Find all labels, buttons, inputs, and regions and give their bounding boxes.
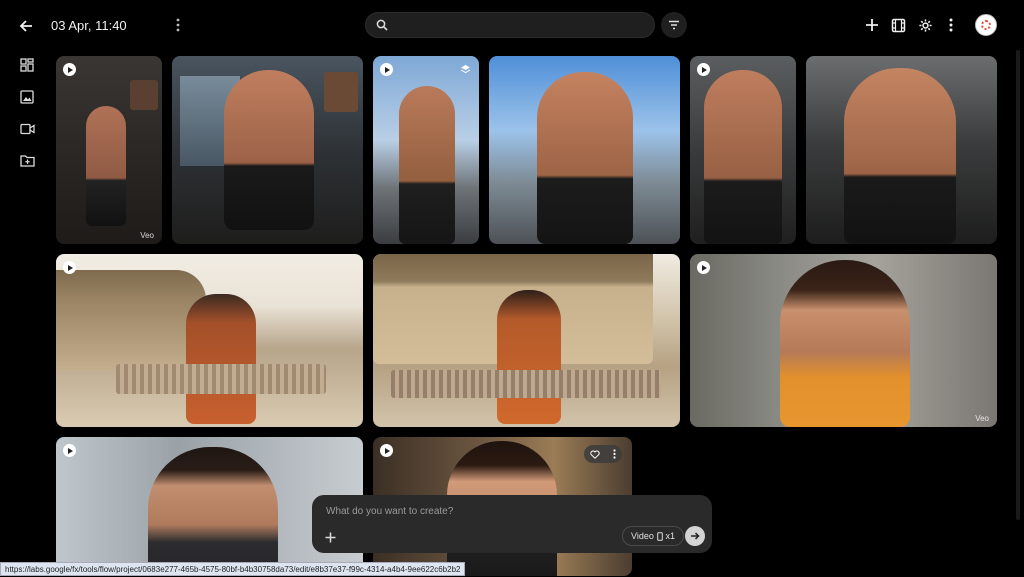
- back-button[interactable]: [16, 16, 36, 36]
- plus-icon: [325, 532, 335, 542]
- sidebar-item-videos[interactable]: [18, 120, 36, 138]
- project-timestamp: 03 Apr, 11:40: [51, 18, 127, 33]
- thumbnail-figure: [148, 447, 278, 576]
- play-icon: [697, 63, 710, 76]
- media-tile[interactable]: [172, 56, 363, 244]
- plus-icon: [866, 19, 878, 31]
- film-icon: [891, 18, 905, 32]
- media-tile[interactable]: [373, 254, 680, 427]
- media-tile[interactable]: Veo: [690, 254, 997, 427]
- more-options-button[interactable]: [944, 16, 958, 34]
- play-icon: [697, 261, 710, 274]
- add-media-button[interactable]: [322, 529, 338, 545]
- gear-icon: [918, 18, 932, 32]
- video-icon: [19, 123, 35, 135]
- thumbnail-sign: [130, 80, 158, 110]
- search-icon: [376, 19, 388, 31]
- media-tile[interactable]: Veo: [56, 56, 162, 244]
- thumbnail-figure: [224, 70, 314, 230]
- thumbnail-cot: [391, 370, 661, 398]
- scenebuilder-button[interactable]: [889, 16, 907, 34]
- veo-badge: Veo: [975, 414, 989, 423]
- sidebar-item-images[interactable]: [18, 88, 36, 106]
- prompt-composer: Video x1: [312, 495, 712, 553]
- thumbnail-sign: [324, 72, 358, 112]
- tile-actions: [584, 445, 622, 463]
- portrait-aspect-icon: [656, 531, 663, 541]
- play-icon: [63, 63, 76, 76]
- mode-label: Video: [631, 531, 654, 541]
- add-folder-icon: [19, 154, 35, 167]
- more-vertical-icon[interactable]: [613, 449, 616, 459]
- play-icon: [380, 444, 393, 457]
- prompt-input[interactable]: [324, 504, 628, 526]
- play-icon: [380, 63, 393, 76]
- filter-button[interactable]: [661, 12, 687, 38]
- add-button[interactable]: [863, 16, 881, 34]
- search-bar[interactable]: [365, 12, 655, 38]
- thumbnail-figure: [186, 294, 256, 424]
- thumbnail-cot: [116, 364, 326, 394]
- filter-icon: [669, 20, 679, 30]
- count-label: x1: [665, 531, 675, 541]
- play-icon: [63, 444, 76, 457]
- scrollbar[interactable]: [1016, 50, 1020, 520]
- thumbnail-figure: [86, 106, 126, 226]
- thumbnail-hut: [56, 270, 206, 370]
- thumbnail-figure: [399, 86, 455, 244]
- sidebar-item-all[interactable]: [18, 56, 36, 74]
- sidebar-item-add-folder[interactable]: [18, 151, 36, 169]
- image-icon: [20, 90, 34, 104]
- thumbnail-figure: [844, 68, 956, 244]
- generation-settings-chip[interactable]: Video x1: [622, 526, 684, 546]
- media-tile[interactable]: [56, 254, 363, 427]
- play-icon: [63, 261, 76, 274]
- arrow-right-icon: [691, 532, 700, 540]
- media-tile[interactable]: [690, 56, 796, 244]
- link-status-bar: https://labs.google/fx/tools/flow/projec…: [0, 562, 466, 576]
- thumbnail-figure: [704, 70, 782, 244]
- media-tile[interactable]: [489, 56, 680, 244]
- search-input[interactable]: [396, 17, 640, 33]
- send-button[interactable]: [685, 526, 705, 546]
- avatar[interactable]: [975, 14, 997, 36]
- more-vertical-icon: [176, 18, 180, 32]
- thumbnail-figure: [780, 260, 910, 427]
- media-tile[interactable]: [806, 56, 997, 244]
- heart-icon[interactable]: [590, 450, 600, 459]
- veo-badge: Veo: [140, 231, 154, 240]
- thumbnail-figure: [497, 290, 561, 424]
- more-vertical-icon: [949, 18, 953, 32]
- grid-view-icon: [20, 58, 34, 72]
- layers-icon: [460, 65, 471, 74]
- project-menu-button[interactable]: [170, 16, 186, 34]
- back-arrow-icon: [19, 20, 32, 32]
- settings-button[interactable]: [916, 16, 934, 34]
- media-tile[interactable]: [373, 56, 479, 244]
- thumbnail-figure: [537, 72, 633, 244]
